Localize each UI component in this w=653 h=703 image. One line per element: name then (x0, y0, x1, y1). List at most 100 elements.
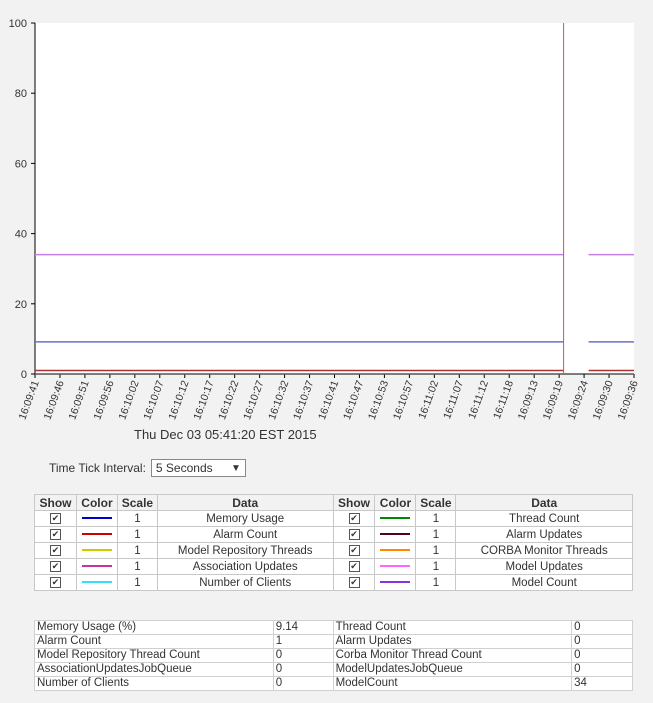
legend-color-cell (75, 526, 118, 543)
stat-label: Thread Count (332, 620, 573, 635)
stats-table: Memory Usage (%) 9.14 Thread Count 0 Alarm C… (34, 620, 633, 691)
legend-row: ✔ 1 Model Repository Threads ✔ 1 CORBA Monito… (34, 542, 633, 559)
show-checkbox[interactable]: ✔ (348, 528, 360, 540)
color-swatch[interactable] (81, 581, 112, 584)
legend-data-name-cell: CORBA Monitor Threads (455, 542, 633, 559)
legend-row: ✔ 1 Number of Clients ✔ 1 Model Count (34, 574, 633, 591)
color-swatch[interactable] (380, 517, 411, 520)
stat-label: Number of Clients (34, 676, 274, 691)
color-swatch[interactable] (81, 549, 112, 552)
legend-data-name-cell: Thread Count (455, 510, 633, 527)
legend-data-name-cell: Alarm Count (156, 526, 334, 543)
chart-date-label: Thu Dec 03 05:41:20 EST 2015 (134, 427, 317, 442)
x-tick-label: 16:10:12 (166, 379, 191, 422)
show-checkbox[interactable]: ✔ (348, 544, 360, 556)
color-swatch[interactable] (380, 565, 411, 568)
x-tick-label: 16:10:22 (216, 379, 241, 422)
stat-value: 1 (272, 634, 334, 649)
color-swatch[interactable] (81, 533, 112, 536)
legend-data-name-cell: Association Updates (156, 558, 334, 575)
legend-show-cell: ✔ (34, 558, 77, 575)
y-tick-label: 100 (9, 18, 27, 30)
stat-value: 0 (272, 648, 334, 663)
legend-header-row: Show Color Scale Data Show Color Scale Data (34, 494, 633, 511)
x-tick-label: 16:09:30 (591, 379, 616, 422)
color-swatch[interactable] (380, 533, 411, 536)
show-checkbox[interactable]: ✔ (49, 528, 61, 540)
legend-color-cell (374, 542, 417, 559)
legend-row: ✔ 1 Alarm Count ✔ 1 Alarm Updates (34, 526, 633, 543)
legend-show-cell: ✔ (34, 526, 77, 543)
stat-value: 9.14 (272, 620, 334, 635)
legend-header-cell: Scale (116, 494, 158, 511)
legend-color-cell (374, 510, 417, 527)
legend-show-cell: ✔ (332, 526, 376, 543)
show-checkbox[interactable]: ✔ (49, 560, 61, 572)
legend-header-cell: Scale (415, 494, 457, 511)
legend-scale-cell: 1 (116, 542, 158, 559)
legend-scale-cell: 1 (415, 526, 457, 543)
legend-show-cell: ✔ (34, 574, 77, 591)
stat-label: Alarm Count (34, 634, 274, 649)
show-checkbox[interactable]: ✔ (49, 576, 61, 588)
color-swatch[interactable] (81, 517, 112, 520)
legend-show-cell: ✔ (332, 542, 376, 559)
color-swatch[interactable] (380, 549, 411, 552)
legend-scale-cell: 1 (116, 574, 158, 591)
x-tick-label: 16:09:56 (91, 379, 116, 422)
x-tick-label: 16:11:18 (491, 379, 516, 421)
stat-value: 0 (571, 648, 633, 663)
time-tick-interval-label: Time Tick Interval: (49, 461, 146, 475)
legend-data-name-cell: Model Count (455, 574, 633, 591)
stats-row: Model Repository Thread Count 0 Corba Moni… (34, 648, 633, 663)
legend-data-name-cell: Number of Clients (156, 574, 334, 591)
stat-value: 0 (571, 634, 633, 649)
color-swatch[interactable] (81, 565, 112, 568)
legend-show-cell: ✔ (332, 510, 376, 527)
legend-data-name-cell: Model Repository Threads (156, 542, 334, 559)
show-checkbox[interactable]: ✔ (49, 544, 61, 556)
show-checkbox[interactable]: ✔ (348, 512, 360, 524)
x-tick-label: 16:09:36 (616, 379, 641, 422)
legend-color-cell (374, 526, 417, 543)
stats-row: Memory Usage (%) 9.14 Thread Count 0 (34, 620, 633, 635)
legend-color-cell (374, 574, 417, 591)
stat-label: Corba Monitor Thread Count (332, 648, 573, 663)
x-tick-label: 16:09:41 (17, 379, 42, 422)
stats-row: Number of Clients 0 ModelCount 34 (34, 676, 633, 691)
x-tick-label: 16:09:24 (566, 379, 591, 422)
legend-header-cell: Show (332, 494, 376, 511)
stat-value: 0 (571, 620, 633, 635)
legend-table: Show Color Scale Data Show Color Scale Data ✔ 1 M… (34, 494, 633, 591)
stat-label: Alarm Updates (332, 634, 573, 649)
show-checkbox[interactable]: ✔ (348, 576, 360, 588)
x-tick-label: 16:09:19 (541, 379, 566, 422)
line-chart: 02040608010016:09:41 16:09:46 16:09:51 16:0… (9, 18, 641, 422)
legend-row: ✔ 1 Association Updates ✔ 1 Model Updates (34, 558, 633, 575)
x-tick-label: 16:09:46 (42, 379, 67, 422)
x-tick-label: 16:10:41 (316, 379, 341, 422)
time-tick-interval-select[interactable]: 5 Seconds ▼ (150, 459, 246, 477)
color-swatch[interactable] (380, 581, 411, 584)
x-tick-label: 16:10:47 (341, 379, 366, 422)
x-tick-label: 16:10:17 (191, 379, 216, 422)
show-checkbox[interactable]: ✔ (348, 560, 360, 572)
x-tick-label: 16:09:13 (516, 379, 541, 422)
x-tick-label: 16:10:32 (266, 379, 291, 422)
x-tick-label: 16:11:12 (466, 379, 491, 421)
y-tick-label: 20 (15, 299, 27, 311)
x-tick-label: 16:10:07 (141, 379, 166, 422)
legend-scale-cell: 1 (415, 510, 457, 527)
stat-label: AssociationUpdatesJobQueue (34, 662, 274, 677)
legend-show-cell: ✔ (332, 574, 376, 591)
legend-header-cell: Color (75, 494, 118, 511)
legend-show-cell: ✔ (34, 510, 77, 527)
stat-label: ModelUpdatesJobQueue (332, 662, 573, 677)
legend-header-cell: Show (34, 494, 77, 511)
legend-header-cell: Color (374, 494, 417, 511)
legend-data-name-cell: Memory Usage (156, 510, 334, 527)
y-tick-label: 80 (15, 88, 27, 100)
show-checkbox[interactable]: ✔ (49, 512, 61, 524)
x-tick-label: 16:10:57 (391, 379, 416, 422)
legend-data-name-cell: Alarm Updates (455, 526, 633, 543)
